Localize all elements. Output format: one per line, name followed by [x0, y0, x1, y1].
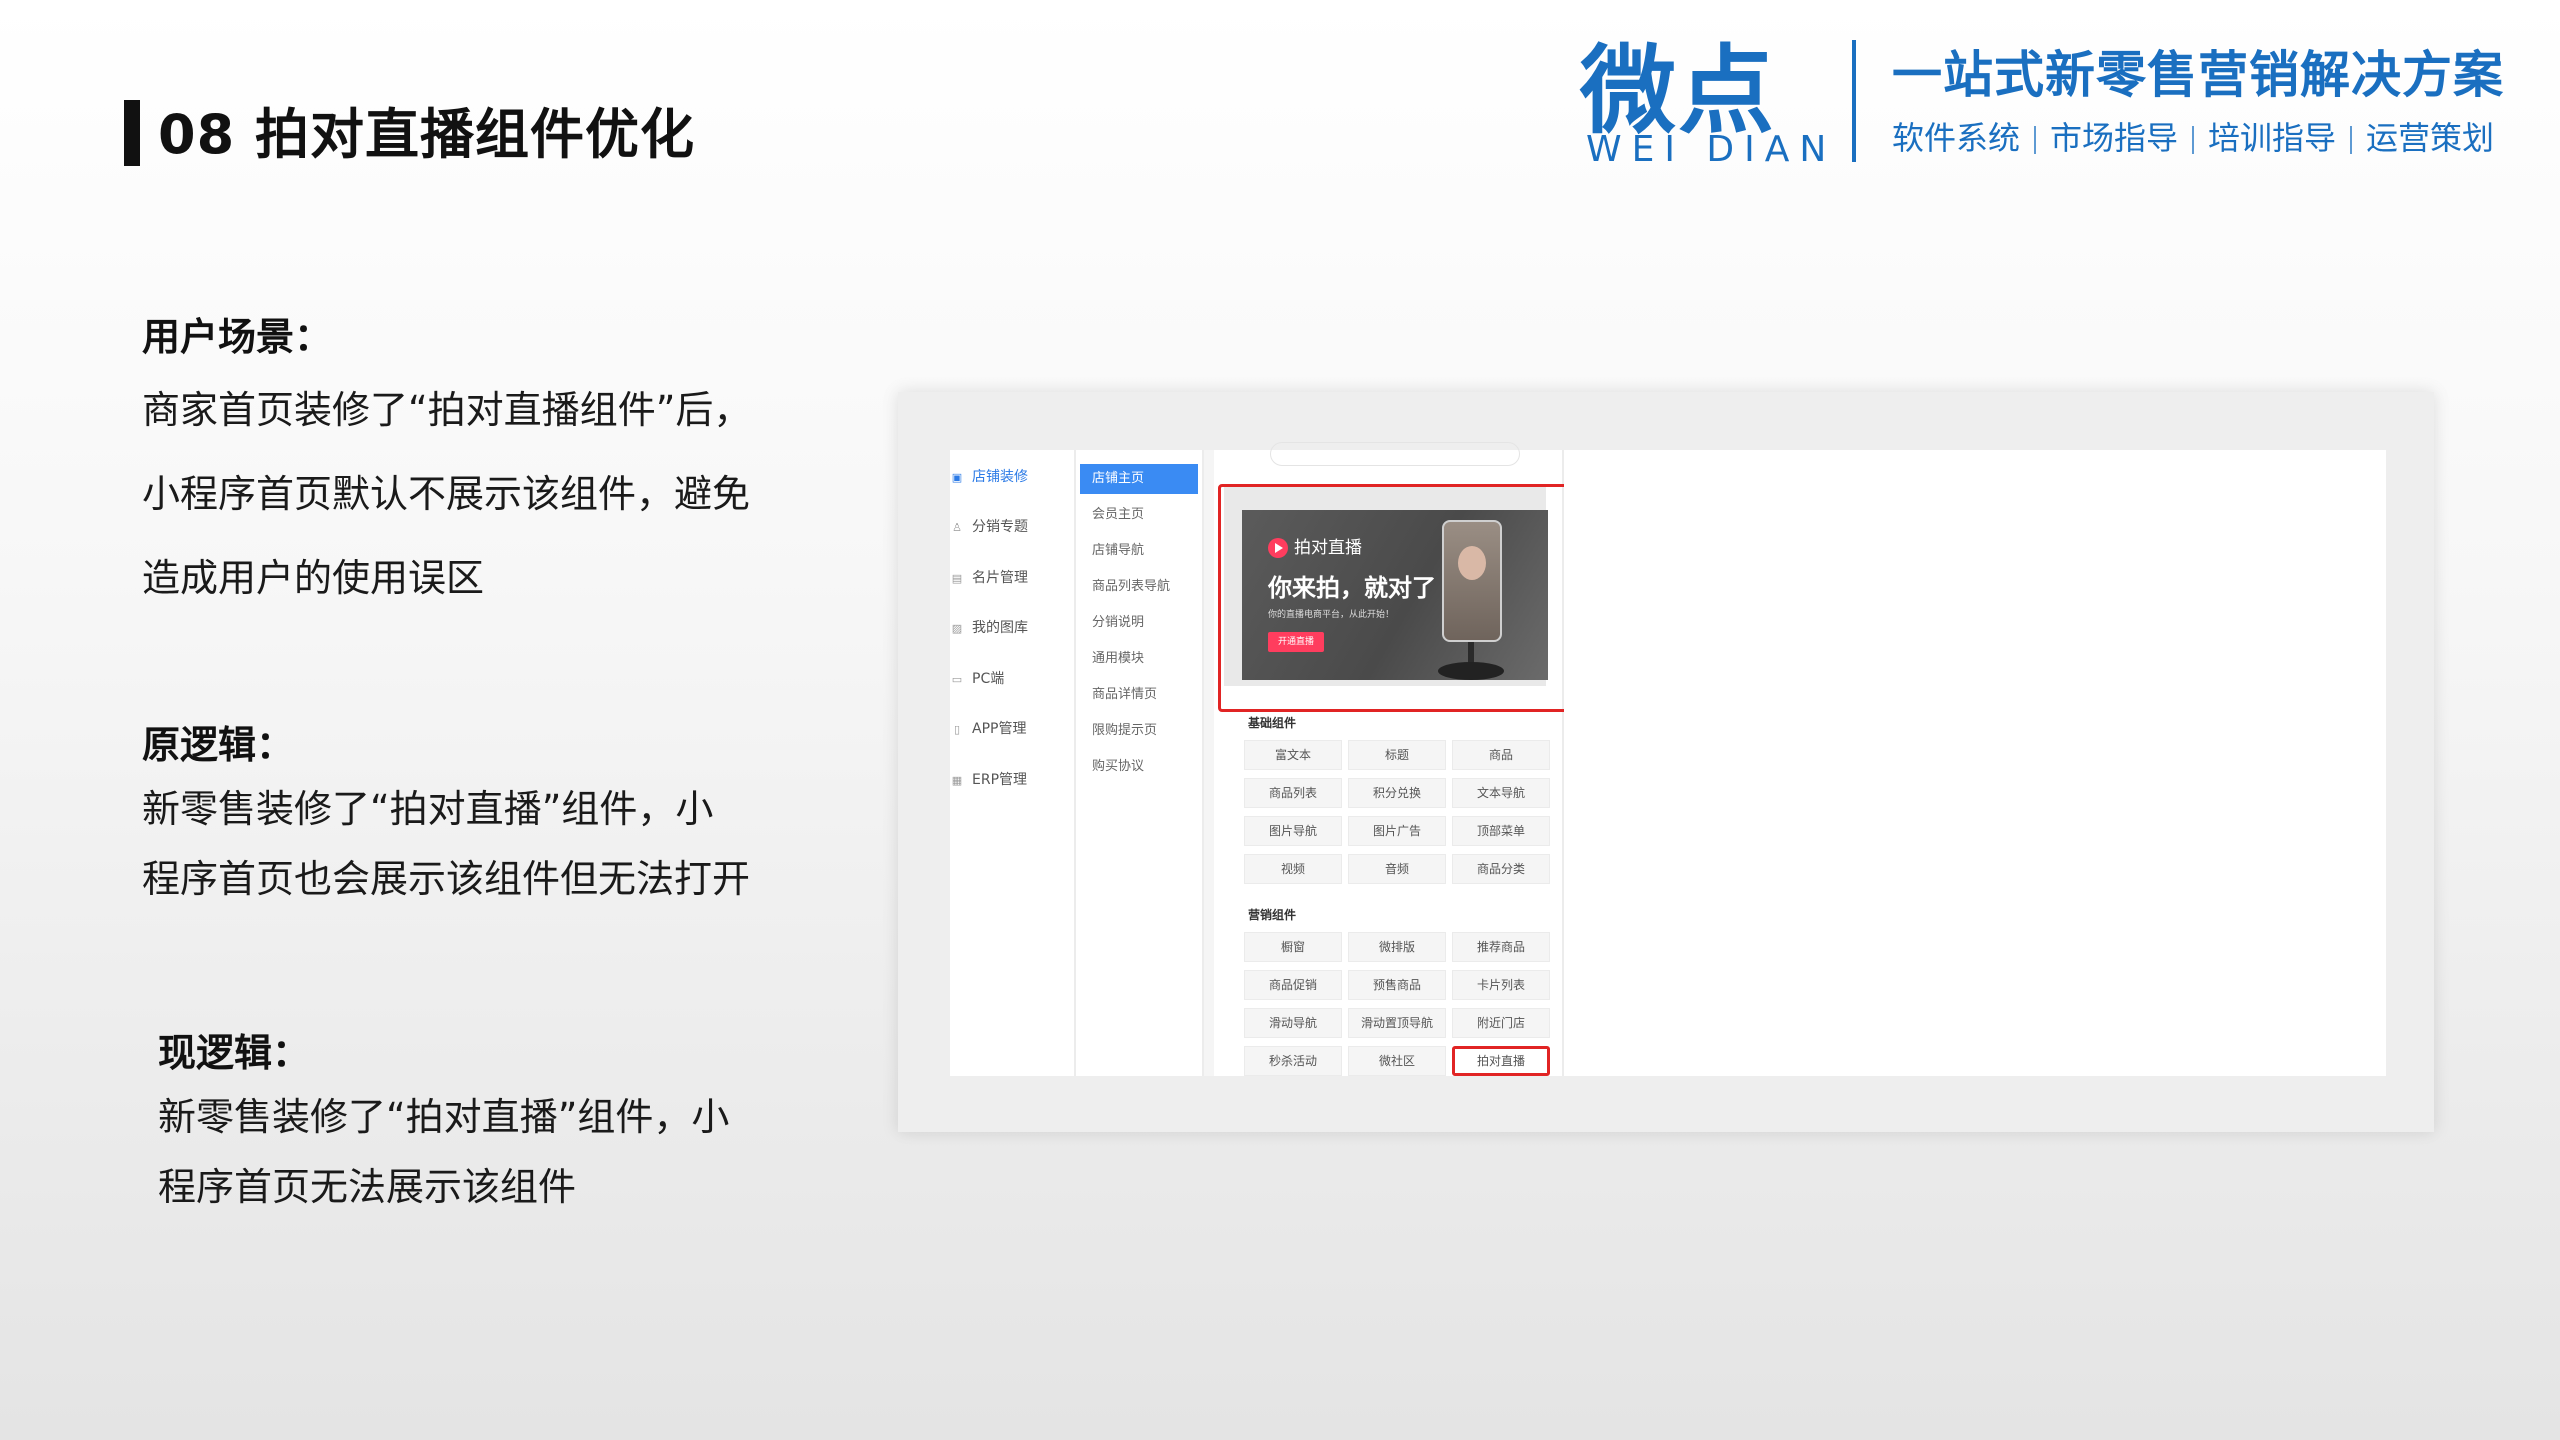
editor-canvas — [1564, 450, 2386, 1076]
brand-service-separator — [2034, 126, 2037, 154]
component-top-menu[interactable]: 顶部菜单 — [1452, 816, 1550, 846]
user-scenario-line: 小程序首页默认不展示该组件，避免 — [142, 472, 751, 516]
basic-components-grid: 富文本 标题 商品 商品列表 积分兑换 文本导航 图片导航 图片广告 顶部菜单 … — [1244, 740, 1550, 884]
nav-item-pc[interactable]: ▭ PC端 — [950, 664, 1074, 694]
nav-item-label: 我的图库 — [972, 620, 1028, 636]
old-logic-heading: 原逻辑： — [142, 723, 295, 767]
component-showcase[interactable]: 橱窗 — [1244, 932, 1342, 962]
app-icon: ▯ — [953, 723, 961, 736]
shop-icon: ▣ — [951, 471, 963, 484]
sub-nav: 店铺主页 会员主页 店铺导航 商品列表导航 分销说明 通用模块 商品详情页 限购… — [1076, 450, 1204, 1076]
nav-item-card-management[interactable]: ▤ 名片管理 — [950, 563, 1074, 593]
old-logic-line: 新零售装修了“拍对直播”组件，小 — [142, 787, 714, 831]
component-sliding-navigation[interactable]: 滑动导航 — [1244, 1008, 1342, 1038]
old-logic-section: 原逻辑： 新零售装修了“拍对直播”组件，小 程序首页也会展示该组件但无法打开 — [142, 718, 822, 912]
marketing-components-grid: 橱窗 微排版 推荐商品 商品促销 预售商品 卡片列表 滑动导航 滑动置顶导航 附… — [1244, 932, 1550, 1076]
component-image-ad[interactable]: 图片广告 — [1348, 816, 1446, 846]
erp-icon: ▦ — [951, 774, 963, 787]
nav-item-app[interactable]: ▯ APP管理 — [950, 714, 1074, 744]
component-rich-text[interactable]: 富文本 — [1244, 740, 1342, 770]
nav-item-label: ERP管理 — [972, 772, 1028, 788]
brand-service-separator — [2350, 126, 2353, 154]
subnav-item-product-list-navigation[interactable]: 商品列表导航 — [1080, 572, 1198, 602]
component-image-navigation[interactable]: 图片导航 — [1244, 816, 1342, 846]
basic-components-title: 基础组件 — [1248, 716, 1297, 730]
nav-item-label: 分销专题 — [972, 519, 1028, 535]
new-logic-line: 新零售装修了“拍对直播”组件，小 — [158, 1095, 730, 1139]
component-panel: 拍对直播 你来拍，就对了 你的直播电商平台，从此开始！ 开通直播 基础组件 富文… — [1214, 442, 1586, 1076]
brand-divider — [1852, 40, 1856, 162]
component-presale-products[interactable]: 预售商品 — [1348, 970, 1446, 1000]
component-text-navigation[interactable]: 文本导航 — [1452, 778, 1550, 808]
column-gap — [1204, 450, 1214, 1076]
component-product[interactable]: 商品 — [1452, 740, 1550, 770]
component-product-category[interactable]: 商品分类 — [1452, 854, 1550, 884]
nav-item-erp[interactable]: ▦ ERP管理 — [950, 765, 1074, 795]
new-logic-section: 现逻辑： 新零售装修了“拍对直播”组件，小 程序首页无法展示该组件 — [158, 1026, 838, 1220]
brand-slogan: 一站式新零售营销解决方案 — [1892, 46, 2504, 104]
old-logic-line: 程序首页也会展示该组件但无法打开 — [142, 857, 751, 901]
subnav-item-shop-home[interactable]: 店铺主页 — [1080, 464, 1198, 494]
component-card-list[interactable]: 卡片列表 — [1452, 970, 1550, 1000]
component-sticky-sliding-navigation[interactable]: 滑动置顶导航 — [1348, 1008, 1446, 1038]
brand-service-separator — [2192, 126, 2195, 154]
user-scenario-line: 造成用户的使用误区 — [142, 556, 485, 600]
admin-screen: ▣ 店铺装修 ♙ 分销专题 ▤ 名片管理 ▨ 我的图库 ▭ PC端 ▯ APP管理 ▦ ERP… — [950, 442, 2386, 1076]
nav-item-label: 店铺装修 — [972, 469, 1028, 485]
marketing-components-title: 营销组件 — [1248, 908, 1297, 922]
nav-item-gallery[interactable]: ▨ 我的图库 — [950, 613, 1074, 643]
new-logic-line: 程序首页无法展示该组件 — [158, 1165, 577, 1209]
card-icon: ▤ — [951, 572, 963, 585]
nav-item-label: APP管理 — [972, 721, 1027, 737]
subnav-item-distribution-notes[interactable]: 分销说明 — [1080, 608, 1198, 638]
page-title: 08 拍对直播组件优化 — [158, 103, 695, 166]
distribution-icon: ♙ — [952, 521, 962, 534]
user-scenario-line: 商家首页装修了“拍对直播组件”后， — [142, 388, 752, 432]
subnav-item-purchase-limit[interactable]: 限购提示页 — [1080, 716, 1198, 746]
nav-item-distribution[interactable]: ♙ 分销专题 — [950, 512, 1074, 542]
brand-service-item: 培训指导 — [2208, 119, 2337, 157]
component-product-promotion[interactable]: 商品促销 — [1244, 970, 1342, 1000]
component-video[interactable]: 视频 — [1244, 854, 1342, 884]
user-scenario-section: 用户场景： 商家首页装修了“拍对直播组件”后， 小程序首页默认不展示该组件，避免… — [142, 310, 822, 616]
component-paidui-live-highlighted[interactable]: 拍对直播 — [1452, 1046, 1550, 1076]
pc-icon: ▭ — [951, 673, 963, 686]
subnav-item-member-home[interactable]: 会员主页 — [1080, 500, 1198, 530]
component-points-exchange[interactable]: 积分兑换 — [1348, 778, 1446, 808]
new-logic-heading: 现逻辑： — [158, 1031, 311, 1075]
title-accent-bar — [124, 100, 140, 166]
nav-item-label: PC端 — [972, 671, 1005, 687]
screenshot-card: ▣ 店铺装修 ♙ 分销专题 ▤ 名片管理 ▨ 我的图库 ▭ PC端 ▯ APP管理 ▦ ERP… — [898, 392, 2434, 1132]
brand-service-item: 软件系统 — [1892, 119, 2021, 157]
brand-services: 软件系统 市场指导 培训指导 运营策划 — [1892, 116, 2494, 160]
component-title[interactable]: 标题 — [1348, 740, 1446, 770]
subnav-item-shop-navigation[interactable]: 店铺导航 — [1080, 536, 1198, 566]
subnav-item-purchase-agreement[interactable]: 购买协议 — [1080, 752, 1198, 782]
component-recommended-products[interactable]: 推荐商品 — [1452, 932, 1550, 962]
main-nav: ▣ 店铺装修 ♙ 分销专题 ▤ 名片管理 ▨ 我的图库 ▭ PC端 ▯ APP管理 ▦ ERP… — [950, 450, 1076, 1076]
component-audio[interactable]: 音频 — [1348, 854, 1446, 884]
brand-latin-name: WEI DIAN — [1586, 129, 1837, 170]
component-micro-community[interactable]: 微社区 — [1348, 1046, 1446, 1076]
gallery-icon: ▨ — [951, 622, 963, 635]
brand-service-item: 运营策划 — [2366, 119, 2495, 157]
brand-service-item: 市场指导 — [2050, 119, 2179, 157]
banner-highlight-box — [1218, 484, 1586, 712]
subnav-item-product-detail[interactable]: 商品详情页 — [1080, 680, 1198, 710]
component-nearby-stores[interactable]: 附近门店 — [1452, 1008, 1550, 1038]
component-micro-layout[interactable]: 微排版 — [1348, 932, 1446, 962]
component-flash-sale[interactable]: 秒杀活动 — [1244, 1046, 1342, 1076]
brand-header: 微点 WEI DIAN 一站式新零售营销解决方案 软件系统 市场指导 培训指导 运营策… — [1580, 36, 2510, 170]
nav-item-shop-decoration[interactable]: ▣ 店铺装修 — [950, 462, 1074, 492]
subnav-item-common-modules[interactable]: 通用模块 — [1080, 644, 1198, 674]
nav-item-label: 名片管理 — [972, 570, 1028, 586]
component-product-list[interactable]: 商品列表 — [1244, 778, 1342, 808]
panel-search-box[interactable] — [1270, 442, 1520, 466]
user-scenario-heading: 用户场景： — [142, 315, 333, 359]
